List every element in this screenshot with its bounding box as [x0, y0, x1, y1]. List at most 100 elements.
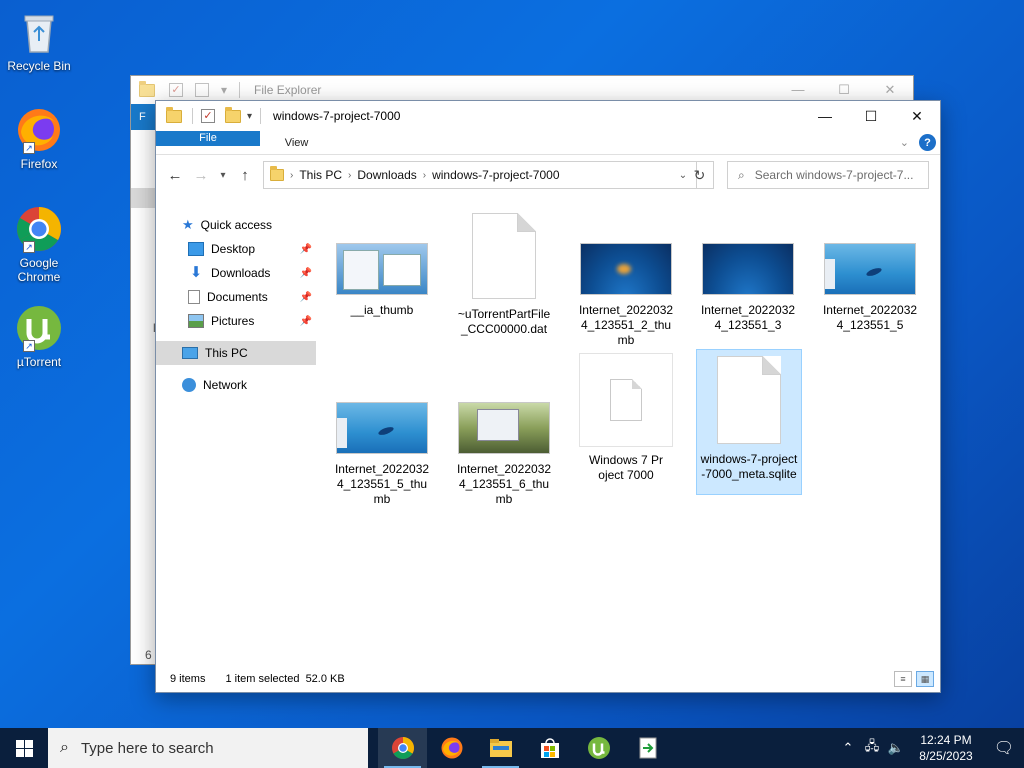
nav-label: Quick access — [200, 218, 273, 232]
search-box[interactable]: ⌕ — [727, 161, 929, 189]
file-name: Internet_20220324_123551_6_thumb — [456, 462, 552, 506]
taskbar-search-placeholder: Type here to search — [80, 739, 214, 757]
recent-locations-chevron-icon[interactable]: ▾ — [216, 170, 230, 181]
computer-icon — [182, 347, 198, 359]
tab-file[interactable]: File — [156, 131, 260, 146]
nav-label: This PC — [205, 346, 248, 360]
new-folder-icon[interactable] — [225, 106, 241, 123]
desktop-icon-utorrent[interactable]: ↗ µTorrent — [4, 304, 74, 369]
taskbar-firefox[interactable] — [427, 728, 476, 768]
file-name: windows-7-project-7000_meta.sqlite — [700, 452, 798, 481]
file-name: Internet_20220324_123551_3 — [700, 303, 796, 332]
nav-this-pc[interactable]: This PC — [156, 341, 316, 365]
customize-toolbar-chevron-icon[interactable]: ▾ — [247, 111, 252, 122]
nav-quick-access[interactable]: ★ Quick access — [156, 213, 316, 237]
desktop-icon-recycle-bin[interactable]: Recycle Bin — [4, 8, 74, 73]
chevron-down-icon: ▾ — [221, 83, 228, 97]
network-icon — [182, 378, 196, 392]
nav-network[interactable]: Network — [156, 373, 316, 397]
item-count: 9 items — [170, 673, 206, 685]
file-item[interactable]: Internet_20220324_123551_2_thumb — [574, 209, 678, 348]
image-thumbnail — [336, 402, 428, 454]
taskbar-chrome[interactable] — [378, 728, 427, 768]
expand-ribbon-chevron-icon[interactable]: ⌄ — [900, 136, 909, 149]
breadcrumb-separator-icon[interactable]: › — [348, 170, 351, 181]
close-button[interactable]: ✕ — [894, 101, 940, 131]
file-item[interactable]: ~uTorrentPartFile_CCC00000.dat — [452, 209, 556, 337]
details-view-icon[interactable]: ≡ — [894, 671, 912, 687]
breadcrumb-separator-icon[interactable]: › — [290, 170, 293, 181]
file-explorer-window[interactable]: ✓ ▾ windows-7-project-7000 — ☐ ✕ File Ho… — [155, 100, 941, 693]
background-file-tab[interactable]: F — [131, 104, 155, 130]
file-item[interactable]: Internet_20220324_123551_5_thumb — [330, 356, 434, 507]
desktop-icon-firefox[interactable]: ↗ Firefox — [4, 106, 74, 171]
search-input[interactable] — [754, 168, 915, 182]
selection-info: 1 item selected 52.0 KB — [225, 673, 345, 685]
breadcrumb-downloads[interactable]: Downloads — [357, 168, 416, 182]
documents-folder-icon — [188, 290, 200, 304]
minimize-button[interactable]: — — [802, 101, 848, 131]
file-item[interactable]: Internet_20220324_123551_6_thumb — [452, 356, 556, 507]
chrome-icon — [391, 737, 414, 759]
nav-desktop[interactable]: Desktop 📌 — [156, 237, 316, 261]
pin-icon[interactable]: 📌 — [300, 292, 312, 303]
file-name: Internet_20220324_123551_5_thumb — [334, 462, 430, 506]
file-item[interactable]: __ia_thumb — [330, 209, 434, 318]
show-hidden-icons-chevron-icon[interactable]: ⌃ — [836, 740, 860, 756]
help-icon[interactable]: ? — [919, 134, 936, 151]
breadcrumb-separator-icon[interactable]: › — [423, 170, 426, 181]
file-explorer-icon — [489, 739, 512, 757]
taskbar-utorrent[interactable] — [574, 728, 623, 768]
volume-icon[interactable]: 🔈 — [884, 740, 908, 756]
address-bar[interactable]: › This PC › Downloads › windows-7-projec… — [263, 161, 697, 189]
file-name: Windows 7 Project 7000 — [588, 453, 664, 482]
up-arrow-icon[interactable]: ↑ — [234, 167, 256, 184]
search-icon: ⌕ — [60, 739, 69, 756]
image-thumbnail — [458, 402, 550, 454]
file-item[interactable]: Internet_20220324_123551_3 — [696, 209, 800, 333]
image-thumbnail — [336, 243, 428, 295]
taskbar-search-box[interactable]: ⌕ Type here to search — [48, 728, 368, 768]
nav-downloads[interactable]: ⬇ Downloads 📌 — [156, 261, 316, 285]
tab-view[interactable]: View — [271, 131, 323, 154]
refresh-icon[interactable]: ↻ — [686, 161, 714, 189]
new-folder-icon — [195, 83, 209, 97]
close-button[interactable]: ✕ — [867, 82, 913, 98]
background-nav-selection — [131, 188, 155, 208]
breadcrumb-this-pc[interactable]: This PC — [299, 168, 342, 182]
back-arrow-icon[interactable]: ← — [164, 167, 186, 184]
breadcrumb-current-folder[interactable]: windows-7-project-7000 — [432, 168, 559, 182]
start-button[interactable] — [0, 728, 48, 768]
nav-documents[interactable]: Documents 📌 — [156, 285, 316, 309]
file-item[interactable]: Internet_20220324_123551_5 — [818, 209, 922, 333]
search-icon: ⌕ — [738, 167, 745, 182]
properties-icon[interactable]: ✓ — [201, 109, 215, 123]
clock-time: 12:24 PM — [920, 733, 972, 747]
minimize-button[interactable]: — — [775, 82, 821, 98]
clock[interactable]: 12:24 PM 8/25/2023 — [908, 732, 984, 764]
taskbar-microsoft-store[interactable] — [525, 728, 574, 768]
file-item-selected[interactable]: windows-7-project-7000_meta.sqlite — [696, 349, 802, 495]
forward-arrow-icon[interactable]: → — [190, 167, 212, 184]
maximize-button[interactable]: ☐ — [821, 82, 867, 98]
pin-icon[interactable]: 📌 — [300, 268, 312, 279]
utorrent-icon — [587, 737, 610, 759]
pin-icon[interactable]: 📌 — [300, 244, 312, 255]
nav-label: Pictures — [211, 314, 255, 328]
large-icons-view-icon[interactable]: ▦ — [916, 671, 934, 687]
nav-pictures[interactable]: Pictures 📌 — [156, 309, 316, 333]
network-status-icon[interactable]: 🖧 — [860, 737, 884, 759]
nav-label: Documents — [207, 290, 268, 304]
taskbar-file-explorer[interactable] — [476, 728, 525, 768]
document-preview-frame — [579, 353, 673, 447]
notifications-icon[interactable]: 🗨 — [984, 738, 1024, 758]
file-item[interactable]: Windows 7 Project 7000 — [574, 349, 678, 483]
desktop-icon-label: µTorrent — [16, 355, 62, 369]
maximize-button[interactable]: ☐ — [848, 101, 894, 131]
desktop-icon-chrome[interactable]: ↗ Google Chrome — [4, 205, 74, 284]
document-file-icon — [472, 213, 536, 299]
taskbar-app-shortcut[interactable] — [623, 728, 672, 768]
folder-icon — [166, 106, 182, 123]
window-titlebar[interactable]: ✓ ▾ windows-7-project-7000 — ☐ ✕ — [156, 101, 940, 131]
pin-icon[interactable]: 📌 — [300, 316, 312, 327]
